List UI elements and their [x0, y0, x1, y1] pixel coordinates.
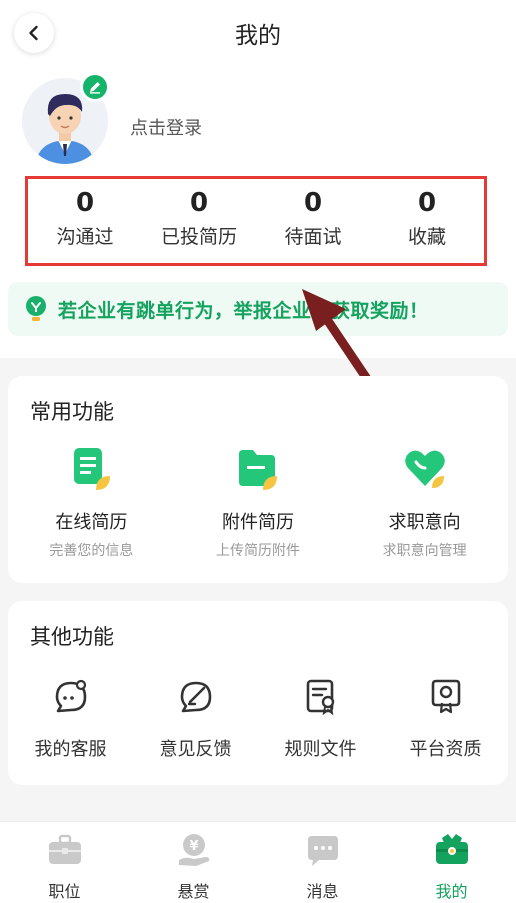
report-notice-banner[interactable]: 若企业有跳单行为，举报企业可获取奖励！ — [8, 282, 508, 336]
stat-favorites[interactable]: 0 收藏 — [370, 179, 484, 263]
item-sublabel: 求职意向管理 — [382, 543, 467, 559]
item-sublabel: 上传简历附件 — [216, 543, 300, 559]
bottom-tab-bar: 职位 ¥ 悬赏 消息 我的 — [0, 821, 516, 903]
edit-profile-button[interactable] — [80, 72, 110, 102]
page-title: 我的 — [235, 23, 281, 49]
job-intention-entry[interactable]: 求职意向 求职意向管理 — [341, 446, 508, 560]
reward-icon: ¥ — [178, 834, 209, 866]
feedback-entry[interactable]: 意见反馈 — [133, 677, 258, 761]
platform-qualification-entry[interactable]: 平台资质 — [383, 677, 508, 761]
rules-document-icon — [306, 679, 334, 716]
tab-messages[interactable]: 消息 — [258, 822, 387, 903]
stat-interview[interactable]: 0 待面试 — [256, 179, 370, 263]
stat-label: 收藏 — [407, 226, 446, 248]
customer-service-entry[interactable]: 我的客服 — [8, 677, 133, 761]
stat-value: 0 — [75, 188, 95, 218]
tab-mine[interactable]: 我的 — [387, 822, 516, 903]
item-label: 求职意向 — [388, 512, 461, 533]
tab-label: 职位 — [48, 882, 81, 901]
stat-label: 待面试 — [284, 226, 342, 248]
item-label: 附件简历 — [222, 512, 294, 533]
stats-row: 0 沟通过 0 已投简历 0 待面试 0 收藏 — [25, 176, 487, 266]
rules-document-entry[interactable]: 规则文件 — [258, 677, 383, 761]
item-label: 意见反馈 — [159, 739, 232, 760]
attachment-resume-entry[interactable]: 附件简历 上传简历附件 — [175, 446, 342, 560]
common-functions-title: 常用功能 — [30, 400, 114, 424]
svg-text:¥: ¥ — [189, 839, 198, 854]
item-label: 我的客服 — [34, 739, 107, 760]
customer-service-icon — [55, 679, 86, 713]
item-sublabel: 完善您的信息 — [49, 543, 134, 559]
top-bar: 我的 — [0, 0, 516, 66]
stat-label: 沟通过 — [56, 226, 114, 248]
other-functions-card: 其他功能 我的客服 意见反馈 规则文件 平台资质 — [8, 601, 508, 785]
stat-applied[interactable]: 0 已投简历 — [142, 179, 256, 263]
login-link[interactable]: 点击登录 — [130, 114, 202, 140]
tab-reward[interactable]: ¥ 悬赏 — [129, 822, 258, 903]
other-functions-title: 其他功能 — [30, 625, 114, 649]
profile-section: 点击登录 0 沟通过 0 已投简历 0 待面试 0 收藏 若企业有跳单行为，举报… — [0, 66, 516, 358]
certificate-icon — [431, 679, 460, 714]
message-icon — [307, 836, 338, 866]
profile-wallet-icon — [435, 834, 468, 864]
item-label: 规则文件 — [284, 739, 357, 760]
common-functions-card: 常用功能 在线简历 完善您的信息 附件简历 上传简历附件 求职意向 求职意向管理 — [8, 376, 508, 583]
feedback-icon — [180, 681, 211, 713]
resume-icon — [74, 448, 111, 490]
pencil-icon — [90, 82, 100, 94]
online-resume-entry[interactable]: 在线简历 完善您的信息 — [8, 446, 175, 560]
avatar-container[interactable] — [22, 72, 110, 164]
tab-label: 悬赏 — [177, 882, 210, 901]
lightbulb-icon — [26, 296, 46, 321]
stat-contacted[interactable]: 0 沟通过 — [28, 179, 142, 263]
stat-label: 已投简历 — [160, 226, 237, 248]
briefcase-icon — [48, 834, 81, 864]
stat-value: 0 — [189, 188, 209, 218]
item-label: 平台资质 — [409, 739, 482, 760]
tab-label: 消息 — [306, 882, 339, 901]
item-label: 在线简历 — [55, 512, 128, 533]
folder-icon — [239, 450, 277, 490]
stat-value: 0 — [303, 188, 323, 218]
stat-value: 0 — [417, 188, 437, 218]
tab-jobs[interactable]: 职位 — [0, 822, 129, 903]
tab-label: 我的 — [435, 882, 468, 901]
heart-icon — [404, 450, 445, 488]
